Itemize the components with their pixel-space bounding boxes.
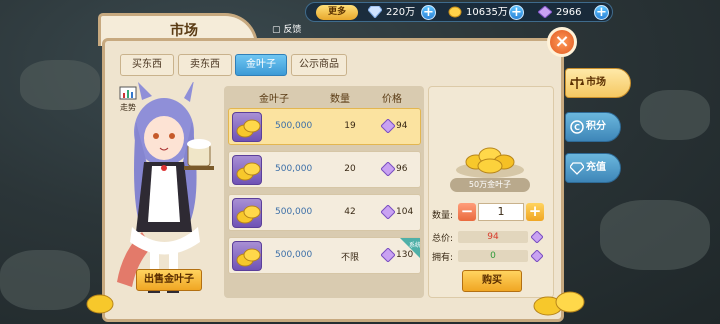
sell-gold-leaf-button[interactable]: 出售金叶子 (136, 269, 202, 291)
gold-leaf-icon (448, 6, 462, 18)
svg-text:C: C (574, 123, 580, 132)
side-tab-label: 充值 (586, 162, 606, 173)
gem-icon (570, 162, 584, 175)
quantity-label: 数量: (432, 211, 454, 221)
add-diamond-button[interactable]: + (421, 5, 436, 20)
row-amount: 500,000 (275, 121, 313, 131)
diamond-icon (368, 6, 382, 18)
row-amount: 500,000 (275, 164, 313, 174)
row-amount: 500,000 (275, 207, 313, 217)
system-tag-badge: 系统 (400, 238, 420, 258)
page-title: 市场 (170, 23, 198, 39)
tab-buy[interactable]: 买东西 (120, 54, 174, 76)
row-quantity: 20 (344, 164, 356, 174)
purple-gem-icon (381, 119, 395, 133)
side-tab-recharge[interactable]: 充值 (565, 153, 621, 183)
column-header: 价格 (382, 94, 402, 105)
row-price: 104 (396, 207, 414, 217)
side-tab-points[interactable]: C 积分 (565, 112, 621, 142)
scale-icon (570, 77, 584, 89)
purple-gem-icon (538, 6, 552, 18)
feedback-label: 反馈 (283, 25, 302, 35)
currency-diamond: 220万 (368, 5, 415, 21)
side-tab-market[interactable]: 市场 (565, 68, 631, 98)
background-rock (600, 200, 710, 270)
gold-leaf-icon (232, 198, 262, 228)
quantity-input[interactable]: 1 (478, 203, 524, 221)
row-quantity: 不限 (340, 253, 359, 263)
gold-leaf-decoration (533, 291, 585, 316)
more-button[interactable]: 更多 (316, 5, 358, 20)
gold-leaf-icon (232, 112, 262, 142)
background-rock (640, 90, 710, 140)
item-name-label: 50万金叶子 (450, 178, 530, 192)
purple-gem-icon (531, 231, 543, 243)
table-row[interactable]: 500,000 不限 130 系统 (228, 237, 421, 274)
add-gem-button[interactable]: + (594, 5, 609, 20)
purple-gem-icon (381, 205, 395, 219)
column-header: 金叶子 (259, 94, 289, 105)
gold-leaf-icon (232, 241, 262, 271)
currency-value: 2966 (556, 7, 582, 18)
gold-leaf-pile-icon (456, 147, 524, 178)
background-rock (20, 60, 100, 110)
currency-purple-gem: 2966 (538, 5, 581, 21)
background-rock (0, 250, 90, 310)
buy-button[interactable]: 购买 (462, 270, 522, 292)
table-row[interactable]: 500,000 19 94 (228, 108, 421, 145)
total-price-value: 94 (458, 231, 528, 243)
row-quantity: 42 (344, 207, 356, 217)
side-tab-label: 市场 (586, 77, 606, 88)
close-button[interactable]: × (547, 27, 577, 57)
purple-gem-icon (381, 248, 395, 262)
tab-public-goods[interactable]: 公示商品 (291, 54, 347, 76)
tab-gold-leaf[interactable]: 金叶子 (235, 54, 287, 76)
table-row[interactable]: 500,000 42 104 (228, 194, 421, 231)
currency-bar: 更多 220万 + 10635万 + 2966 + (305, 2, 613, 22)
points-icon: C (570, 120, 584, 134)
purple-gem-icon (381, 162, 395, 176)
total-price-label: 总价: (432, 234, 454, 244)
owned-label: 拥有: (432, 253, 454, 263)
decrease-quantity-button[interactable]: − (458, 203, 476, 221)
system-tag-text: 系统 (409, 241, 420, 249)
table-row[interactable]: 500,000 20 96 (228, 151, 421, 188)
gold-leaf-decoration (86, 294, 114, 314)
owned-value: 0 (458, 250, 528, 262)
feedback-button[interactable]: ▢ 反馈 (272, 22, 301, 35)
side-tab-label: 积分 (586, 121, 606, 132)
add-gold-button[interactable]: + (509, 5, 524, 20)
row-price: 94 (396, 121, 408, 131)
row-quantity: 19 (344, 121, 356, 131)
tab-sell[interactable]: 卖东西 (178, 54, 232, 76)
list-header: 金叶子 数量 价格 (224, 86, 424, 106)
currency-value: 10635万 (466, 7, 508, 18)
currency-gold-leaf: 10635万 (448, 5, 508, 21)
purple-gem-icon (531, 250, 543, 262)
row-price: 96 (396, 164, 408, 174)
currency-value: 220万 (386, 7, 416, 18)
row-amount: 500,000 (275, 250, 313, 260)
column-header: 数量 (330, 94, 350, 105)
increase-quantity-button[interactable]: + (526, 203, 544, 221)
purchase-detail-panel (428, 86, 554, 298)
gold-leaf-icon (232, 155, 262, 185)
